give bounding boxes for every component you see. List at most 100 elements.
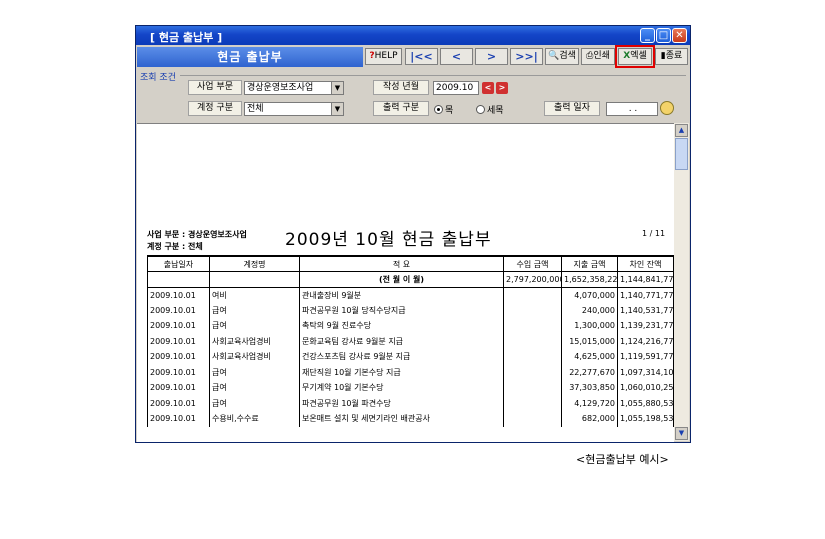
cell-expense: 37,303,850: [561, 380, 618, 396]
form-title: 현금 출납부: [137, 47, 363, 67]
dept-select[interactable]: 경상운영보조사업 ▼: [244, 81, 344, 95]
cell-desc: 관내출장비 9월분: [299, 287, 504, 303]
cell-balance: 1,097,314,102: [617, 364, 674, 380]
cell-balance: 1,140,771,772: [617, 287, 674, 303]
toolbar: 현금 출납부 ?HELP |<< < > >>| 🔍검색 ⎙인쇄 X엑셀 ▮종료: [137, 45, 689, 68]
chevron-down-icon[interactable]: ▼: [331, 82, 343, 94]
output-label: 출력 구분: [373, 101, 429, 116]
cell-account: 급여: [209, 318, 300, 334]
cell-income: [503, 287, 562, 303]
radio-semok[interactable]: 세목: [476, 103, 504, 116]
report-acct-line: 계정 구분 : 전체: [147, 242, 203, 251]
first-record-button[interactable]: |<<: [405, 48, 438, 65]
table-row: 2009.10.01 사회교육사업경비 문화교육팀 강사료 9월분 지급 15,015…: [147, 333, 674, 349]
minimize-button[interactable]: _: [640, 28, 655, 43]
cell-date: 2009.10.01: [147, 364, 210, 380]
print-date-input[interactable]: . .: [606, 102, 658, 116]
cell-account: 수용비,수수료: [209, 411, 300, 427]
carry-balance: 1,144,841,772: [617, 271, 674, 288]
help-button[interactable]: ?HELP: [365, 48, 402, 65]
cell-date: 2009.10.01: [147, 395, 210, 411]
cell-balance: 1,060,010,252: [617, 380, 674, 396]
cell-balance: 1,055,198,532: [617, 411, 674, 427]
cell-income: [503, 411, 562, 427]
cell-income: [503, 380, 562, 396]
prev-record-button[interactable]: <: [440, 48, 473, 65]
table-row: 2009.10.01 급여 파견공무원 10월 당직수당지급 240,000 1,140…: [147, 302, 674, 318]
col-header-expense: 지출 금액: [561, 255, 618, 272]
table-row: 2009.10.01 급여 촉탁의 9월 진료수당 1,300,000 1,139,23…: [147, 318, 674, 334]
cell-expense: 240,000: [561, 302, 618, 318]
table-row: 2009.10.01 급여 재단직원 10월 기본수당 지급 22,277,670 1,…: [147, 364, 674, 380]
table-row: 2009.10.01 급여 무기계약 10월 기본수당 37,303,850 1,060…: [147, 380, 674, 396]
search-button[interactable]: 🔍검색: [545, 48, 579, 65]
cell-income: [503, 302, 562, 318]
cell-balance: 1,055,880,532: [617, 395, 674, 411]
cell-expense: 4,070,000: [561, 287, 618, 303]
maximize-button[interactable]: □: [656, 28, 671, 43]
cell-income: [503, 333, 562, 349]
cell-account: 급여: [209, 302, 300, 318]
cashbook-table: 출납일자 계정명 적 요 수입 금액 지출 금액 차인 잔액 (전 월 이 월)…: [147, 255, 674, 427]
date-label: 작성 년월: [373, 80, 429, 95]
cell-date: 2009.10.01: [147, 349, 210, 365]
table-header-row: 출납일자 계정명 적 요 수입 금액 지출 금액 차인 잔액: [147, 255, 674, 272]
cell-balance: 1,119,591,772: [617, 349, 674, 365]
next-month-icon[interactable]: >: [496, 82, 508, 94]
cell-expense: 682,000: [561, 411, 618, 427]
radio-selected-icon: [434, 105, 443, 114]
cell-date: 2009.10.01: [147, 318, 210, 334]
cell-account: 사회교육사업경비: [209, 333, 300, 349]
table-row: 2009.10.01 여비 관내출장비 9월분 4,070,000 1,140,771,…: [147, 287, 674, 303]
cell-date: 2009.10.01: [147, 380, 210, 396]
calendar-icon[interactable]: [660, 101, 674, 115]
cell-date: 2009.10.01: [147, 411, 210, 427]
carry-expense: 1,652,358,228: [561, 271, 618, 288]
window-title: [ 현금 출납부 ]: [150, 31, 223, 44]
exit-button[interactable]: ▮종료: [655, 48, 688, 65]
col-header-date: 출납일자: [147, 255, 210, 272]
acct-select[interactable]: 전체 ▼: [244, 102, 344, 116]
radio-unselected-icon: [476, 105, 485, 114]
radio-mok[interactable]: 목: [434, 103, 453, 116]
prev-month-icon[interactable]: <: [482, 82, 494, 94]
dept-label: 사업 부문: [188, 80, 242, 95]
cell-income: [503, 318, 562, 334]
print-date-label: 출력 일자: [544, 101, 600, 116]
date-input[interactable]: 2009.10: [433, 81, 479, 95]
cell-expense: 4,129,720: [561, 395, 618, 411]
conditions-divider: [180, 75, 686, 76]
cell-expense: 15,015,000: [561, 333, 618, 349]
cell-income: [503, 364, 562, 380]
conditions-section-label: 조회 조건: [140, 73, 176, 83]
table-row: 2009.10.01 급여 파견공무원 10월 파견수당 4,129,720 1,055…: [147, 395, 674, 411]
cell-date: 2009.10.01: [147, 333, 210, 349]
next-record-button[interactable]: >: [475, 48, 508, 65]
col-header-desc: 적 요: [299, 255, 504, 272]
cell-balance: 1,140,531,772: [617, 302, 674, 318]
cell-account: 급여: [209, 364, 300, 380]
cell-account: 급여: [209, 380, 300, 396]
cell-expense: 4,625,000: [561, 349, 618, 365]
cell-desc: 보온매트 설치 및 세면기라인 배관공사: [299, 411, 504, 427]
table-row: 2009.10.01 수용비,수수료 보온매트 설치 및 세면기라인 배관공사 682…: [147, 411, 674, 427]
excel-button[interactable]: X엑셀: [615, 45, 655, 68]
cell-balance: 1,139,231,772: [617, 318, 674, 334]
col-header-income: 수입 금액: [503, 255, 562, 272]
close-window-button[interactable]: ✕: [672, 28, 687, 43]
scroll-up-icon[interactable]: ▲: [675, 124, 688, 137]
cell-account: 급여: [209, 395, 300, 411]
col-header-account: 계정명: [209, 255, 300, 272]
cell-date: 2009.10.01: [147, 287, 210, 303]
carry-label: (전 월 이 월): [299, 271, 504, 288]
scroll-down-icon[interactable]: ▼: [675, 427, 688, 440]
window-titlebar[interactable]: [ 현금 출납부 ] _ □ ✕: [136, 26, 690, 45]
scroll-thumb[interactable]: [675, 138, 688, 170]
chevron-down-icon[interactable]: ▼: [331, 103, 343, 115]
print-button[interactable]: ⎙인쇄: [581, 48, 615, 65]
vertical-scrollbar[interactable]: ▲ ▼: [674, 123, 689, 441]
figure-caption: <현금출납부 예시>: [576, 453, 669, 466]
report-preview: 2009년 10월 현금 출납부 사업 부문 : 경상운영보조사업 계정 구분 …: [137, 123, 674, 442]
last-record-button[interactable]: >>|: [510, 48, 543, 65]
cell-desc: 파견공무원 10월 당직수당지급: [299, 302, 504, 318]
